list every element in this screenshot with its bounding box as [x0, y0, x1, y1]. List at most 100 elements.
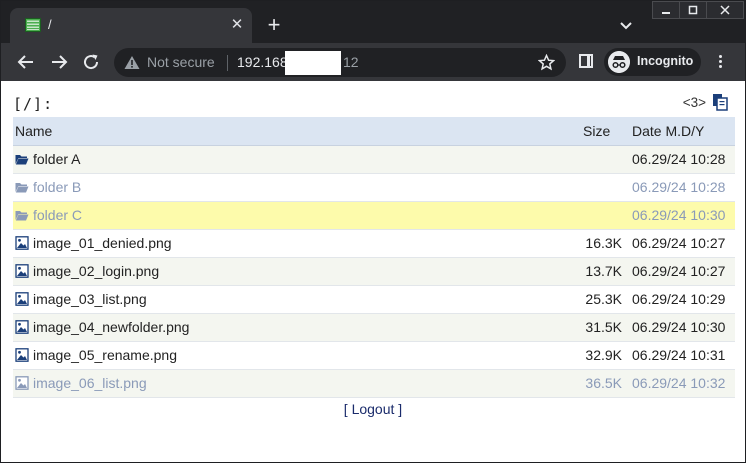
table-row[interactable]: folder B 06.29/24 10:28: [13, 173, 735, 202]
cell-date: 06.29/24 10:31: [628, 341, 735, 370]
name-link[interactable]: image_05_rename.png: [15, 347, 577, 363]
url-host-suffix: 12: [343, 54, 359, 70]
cell-name: image_04_newfolder.png: [13, 313, 579, 342]
cell-size: [579, 145, 628, 174]
security-status-label[interactable]: Not secure: [147, 54, 215, 70]
reload-icon[interactable]: [80, 51, 102, 73]
cell-name: folder B: [13, 173, 579, 202]
cell-name: folder C: [13, 201, 579, 230]
copy-icon[interactable]: [712, 93, 728, 111]
incognito-icon: [608, 51, 630, 73]
tab-title: /: [48, 17, 52, 32]
table-row[interactable]: folder C 06.29/24 10:30: [13, 201, 735, 230]
entry-name[interactable]: image_04_newfolder.png: [33, 319, 189, 335]
window-controls: [652, 1, 744, 19]
favicon-icon: [25, 18, 41, 32]
omnibox-divider: [227, 55, 228, 71]
table-row[interactable]: image_01_denied.png 16.3K 06.29/24 10:27: [13, 229, 735, 258]
file-rows: folder A 06.29/24 10:28 folder B 06.29/24 1…: [13, 145, 735, 398]
folder-open-icon: [15, 211, 29, 221]
close-window-icon[interactable]: [707, 2, 743, 18]
cell-date: 06.29/24 10:30: [628, 201, 735, 230]
tab-strip: / ✕ +: [1, 1, 745, 43]
folder-open-icon: [15, 155, 29, 165]
cell-date: 06.29/24 10:32: [628, 369, 735, 398]
cell-name: image_06_list.png: [13, 369, 579, 398]
image-file-icon: [15, 264, 29, 278]
cell-size: 25.3K: [579, 285, 628, 314]
table-row[interactable]: image_06_list.png 36.5K 06.29/24 10:32: [13, 369, 735, 398]
address-bar[interactable]: Not secure 192.168 12: [114, 48, 566, 77]
maximize-icon[interactable]: [680, 2, 707, 18]
image-file-icon: [15, 376, 29, 390]
url-redaction-block: [285, 51, 341, 75]
entry-name[interactable]: folder B: [33, 179, 81, 195]
image-file-icon: [15, 292, 29, 306]
entry-name[interactable]: image_01_denied.png: [33, 235, 172, 251]
name-link[interactable]: image_03_list.png: [15, 291, 577, 307]
image-file-icon: [15, 320, 29, 334]
new-tab-plus-icon[interactable]: +: [263, 14, 285, 37]
entry-name[interactable]: image_05_rename.png: [33, 347, 177, 363]
logout-container: [ Logout ]: [1, 401, 745, 417]
table-row[interactable]: image_03_list.png 25.3K 06.29/24 10:29: [13, 285, 735, 314]
image-file-icon: [15, 348, 29, 362]
name-link[interactable]: image_06_list.png: [15, 375, 577, 391]
column-header-size[interactable]: Size: [579, 117, 628, 146]
browser-toolbar: Not secure 192.168 12 Incognito: [1, 43, 745, 81]
name-link[interactable]: folder B: [15, 179, 577, 195]
entry-name[interactable]: image_02_login.png: [33, 263, 159, 279]
column-header-date[interactable]: Date M.D/Y: [628, 117, 735, 146]
cell-date: 06.29/24 10:28: [628, 145, 735, 174]
table-row[interactable]: image_02_login.png 13.7K 06.29/24 10:27: [13, 257, 735, 286]
column-header-name[interactable]: Name: [13, 117, 579, 146]
minimize-icon[interactable]: [653, 2, 680, 18]
name-link[interactable]: image_01_denied.png: [15, 235, 577, 251]
cell-date: 06.29/24 10:30: [628, 313, 735, 342]
cell-name: image_03_list.png: [13, 285, 579, 314]
cell-name: image_05_rename.png: [13, 341, 579, 370]
table-row[interactable]: image_04_newfolder.png 31.5K 06.29/24 10:3…: [13, 313, 735, 342]
item-count[interactable]: <3>: [683, 95, 706, 110]
cell-date: 06.29/24 10:27: [628, 257, 735, 286]
table-row[interactable]: folder A 06.29/24 10:28: [13, 145, 735, 174]
back-arrow-icon[interactable]: [15, 51, 37, 73]
url-host: 192.168: [237, 54, 288, 70]
folder-open-icon: [15, 183, 29, 193]
cell-name: image_01_denied.png: [13, 229, 579, 258]
forward-arrow-icon[interactable]: [48, 51, 70, 73]
table-row[interactable]: image_05_rename.png 32.9K 06.29/24 10:31: [13, 341, 735, 370]
bookmark-star-icon[interactable]: [538, 54, 555, 71]
cell-size: 13.7K: [579, 257, 628, 286]
entry-name[interactable]: image_06_list.png: [33, 375, 147, 391]
side-panel-icon[interactable]: [579, 54, 593, 68]
warning-triangle-icon[interactable]: [124, 55, 140, 70]
cell-date: 06.29/24 10:29: [628, 285, 735, 314]
incognito-badge[interactable]: Incognito: [604, 48, 701, 76]
cell-size: [579, 201, 628, 230]
listing-tools: <3>: [683, 93, 728, 111]
tab-search-chevron-icon[interactable]: [616, 17, 636, 35]
table-header-row: Name Size Date M.D/Y: [13, 117, 735, 146]
name-link[interactable]: image_02_login.png: [15, 263, 577, 279]
current-path: [/]:: [13, 95, 54, 113]
name-link[interactable]: image_04_newfolder.png: [15, 319, 577, 335]
kebab-menu-icon[interactable]: [717, 55, 723, 71]
cell-size: 36.5K: [579, 369, 628, 398]
entry-name[interactable]: folder A: [33, 151, 80, 167]
browser-window: / ✕ + Not secure 192.168 12 Incognito [/…: [0, 0, 746, 463]
page-content: [/]: <3> Name Size Date M.D/Y folder A 06…: [1, 81, 745, 462]
cell-size: 31.5K: [579, 313, 628, 342]
cell-size: 16.3K: [579, 229, 628, 258]
cell-size: [579, 173, 628, 202]
cell-date: 06.29/24 10:27: [628, 229, 735, 258]
entry-name[interactable]: folder C: [33, 207, 82, 223]
cell-name: folder A: [13, 145, 579, 174]
active-tab[interactable]: / ✕: [10, 8, 252, 43]
entry-name[interactable]: image_03_list.png: [33, 291, 147, 307]
name-link[interactable]: folder A: [15, 151, 577, 167]
name-link[interactable]: folder C: [15, 207, 577, 223]
tab-close-icon[interactable]: ✕: [228, 16, 246, 34]
logout-link[interactable]: [ Logout ]: [344, 401, 402, 417]
file-listing-table: Name Size Date M.D/Y folder A 06.29/24 10…: [13, 117, 735, 398]
